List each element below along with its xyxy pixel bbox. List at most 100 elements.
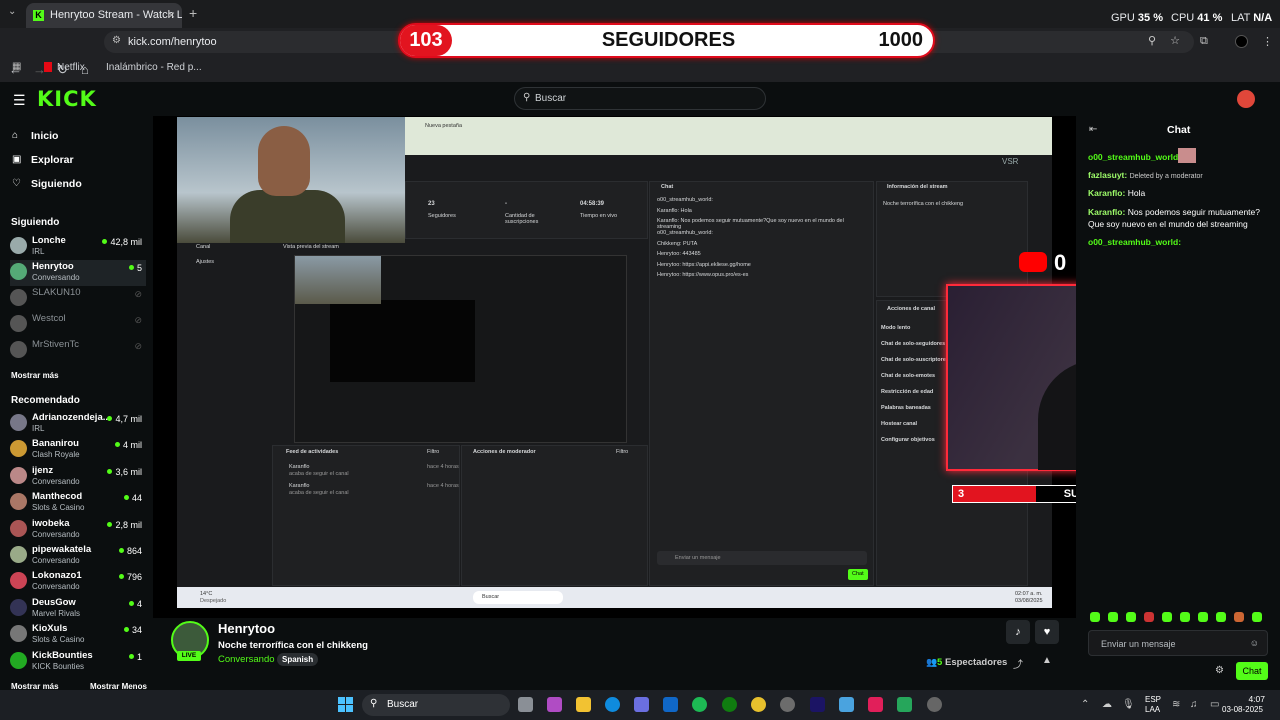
sidebar-channel[interactable]: Lonche IRL 42,8 mil — [10, 234, 146, 260]
sidebar-channel[interactable]: Lokonazo1 Conversando 796 — [10, 569, 146, 595]
sidebar-channel[interactable]: Bananirou Clash Royale 4 mil — [10, 437, 146, 463]
user-avatar[interactable] — [1237, 90, 1255, 108]
channel-category: Slots & Casino — [32, 503, 85, 513]
taskbar-search[interactable]: ⚲ Buscar — [362, 694, 510, 716]
report-icon[interactable]: ▲ — [1042, 655, 1052, 666]
language-indicator[interactable]: ESP LAA — [1145, 695, 1161, 715]
nav-inicio[interactable]: Inicio — [31, 130, 58, 142]
chat-send-button[interactable]: Chat — [1236, 662, 1268, 680]
channel-viewers: 5 — [128, 263, 142, 273]
edge-icon[interactable] — [605, 697, 620, 712]
nav-siguiendo[interactable]: Siguiendo — [31, 178, 82, 190]
channel-name: Lonche — [32, 235, 66, 246]
sidebar-channel[interactable]: SLAKUN10 ⊘ — [10, 286, 146, 312]
live-dot-icon — [107, 521, 113, 527]
close-tab-icon[interactable]: × — [168, 8, 175, 22]
channel-avatar — [10, 493, 27, 511]
settings-icon[interactable] — [927, 697, 942, 712]
emote-icon[interactable] — [1162, 612, 1172, 622]
sidebar-channel[interactable]: Manthecod Slots & Casino 44 — [10, 490, 146, 516]
emote-icon[interactable] — [1108, 612, 1118, 622]
chrome-icon[interactable] — [751, 697, 766, 712]
spotify-icon[interactable] — [692, 697, 707, 712]
explore-icon: ▣ — [12, 154, 22, 165]
emote-icon[interactable] — [1144, 612, 1154, 622]
sidebar-channel[interactable]: KickBounties KICK Bounties 1 — [10, 649, 146, 675]
sidebar-channel[interactable]: pipewakatela Conversando 864 — [10, 543, 146, 569]
kick-logo[interactable]: KICK — [37, 87, 97, 111]
emote-icon[interactable] — [1252, 612, 1262, 622]
chat-message: Karanflo: Nos podemos seguir mutuamente?… — [1088, 207, 1260, 229]
channel-avatar — [10, 651, 27, 669]
sidebar-channel[interactable]: MrStivenTc ⊘ — [10, 338, 146, 364]
outlook-icon[interactable] — [663, 697, 678, 712]
tray-app-icon[interactable]: ☁ — [1102, 699, 1112, 710]
clock-time[interactable]: 4:07 — [1237, 694, 1265, 704]
sidebar-channel[interactable]: ijenz Conversando 3,6 mil — [10, 464, 146, 490]
bookmark-star-icon[interactable]: ☆ — [1170, 34, 1180, 47]
clock-date[interactable]: 03-08-2025 — [1222, 705, 1263, 714]
volume-icon[interactable]: ♫ — [1190, 699, 1198, 710]
notifications-button[interactable]: ♪ — [1006, 620, 1030, 644]
copilot-icon[interactable] — [547, 697, 562, 712]
emote-icon[interactable] — [1216, 612, 1226, 622]
sidebar-channel[interactable]: iwobeka Conversando 2,8 mil — [10, 517, 146, 543]
follow-button[interactable]: ♥ — [1035, 620, 1059, 644]
task-view-icon[interactable] — [518, 697, 533, 712]
sidebar-channel[interactable]: Adrianozendeja... IRL 4,7 mil — [10, 411, 146, 437]
hamburger-menu-icon[interactable]: ☰ — [13, 92, 26, 109]
bookmark-netflix[interactable]: Netflix — [57, 62, 85, 73]
streamer-name[interactable]: Henrytoo — [218, 621, 275, 636]
profile-icon[interactable] — [1235, 35, 1248, 48]
inner-chat-btn-label: Chat — [852, 571, 864, 577]
collapse-chat-icon[interactable]: ⇤ — [1089, 124, 1097, 135]
chat-settings-icon[interactable]: ⚙ — [1215, 665, 1224, 676]
followers-goal-overlay: 103 SEGUIDORES 1000 — [398, 23, 935, 58]
photos-icon[interactable] — [839, 697, 854, 712]
site-info-icon[interactable]: ⚙ — [112, 35, 121, 46]
emote-icon[interactable] — [1198, 612, 1208, 622]
store-icon[interactable] — [634, 697, 649, 712]
obs-icon[interactable] — [780, 697, 795, 712]
browser-tab[interactable]: K Henrytoo Stream - Watch Live o... × — [26, 3, 182, 28]
windows-start-icon[interactable] — [338, 697, 353, 712]
chat-input[interactable]: Enviar un mensaje ☺ — [1088, 630, 1268, 656]
emote-bar[interactable] — [1090, 612, 1268, 624]
bookmark-wireless[interactable]: Inalámbrico - Red p... — [106, 62, 202, 73]
sidebar-channel[interactable]: KioXuls Slots & Casino 34 — [10, 622, 146, 648]
sidebar-channel[interactable]: Henrytoo Conversando 5 — [10, 260, 146, 286]
share-icon[interactable]: ⤴ — [1013, 656, 1023, 671]
tab-menu-icon[interactable]: ⌄ — [8, 6, 16, 17]
app-icon[interactable] — [897, 697, 912, 712]
tiktok-icon[interactable] — [868, 697, 883, 712]
show-more-following[interactable]: Mostrar más — [11, 371, 59, 380]
cpu-readout: CPU 41 % — [1171, 12, 1223, 24]
apps-grid-icon[interactable]: ▦ — [12, 61, 21, 72]
menu-dots-icon[interactable]: ⋮ — [1262, 35, 1273, 48]
emoji-icon[interactable]: ☺ — [1250, 638, 1259, 648]
zoom-icon[interactable]: ⚲ — [1148, 34, 1156, 47]
premiere-icon[interactable] — [810, 697, 825, 712]
new-tab-icon[interactable]: + — [189, 5, 197, 21]
search-input[interactable]: ⚲ Buscar — [514, 87, 766, 110]
extensions-icon[interactable]: ⧉ — [1200, 35, 1208, 48]
stream-category[interactable]: Conversando — [218, 654, 275, 665]
microphone-icon[interactable]: 🎙 — [1122, 699, 1135, 710]
battery-icon[interactable]: ▭ — [1210, 699, 1219, 710]
sidebar-channel[interactable]: DeusGow Marvel Rivals 4 — [10, 596, 146, 622]
language-badge[interactable]: Spanish — [277, 653, 319, 666]
emote-icon[interactable] — [1090, 612, 1100, 622]
xbox-icon[interactable] — [722, 697, 737, 712]
wifi-icon[interactable]: ≋ — [1172, 699, 1180, 710]
sidebar-channel[interactable]: Westcol ⊘ — [10, 312, 146, 338]
emote-icon[interactable] — [1234, 612, 1244, 622]
channel-category: Marvel Rivals — [32, 608, 81, 618]
nav-explorar[interactable]: Explorar — [31, 154, 74, 166]
inner-info-title: Información del stream — [887, 184, 948, 190]
file-explorer-icon[interactable] — [576, 697, 591, 712]
inner-stat-label: Tiempo en vivo — [580, 213, 618, 219]
emote-icon[interactable] — [1126, 612, 1136, 622]
emote-icon[interactable] — [1180, 612, 1190, 622]
inner-modact-title: Acciones de moderador — [473, 449, 536, 455]
tray-chevron-icon[interactable]: ⌃ — [1081, 699, 1089, 710]
